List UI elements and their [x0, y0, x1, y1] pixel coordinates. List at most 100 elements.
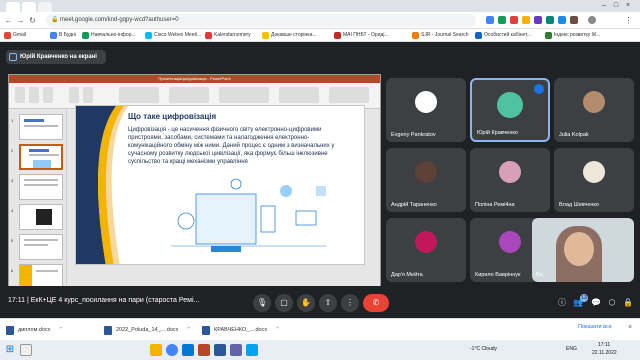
- ribbon-group: [219, 87, 269, 103]
- language-indicator[interactable]: ENG: [566, 346, 577, 352]
- self-video-tile[interactable]: Ви: [532, 218, 634, 282]
- clock-time[interactable]: 17:11: [598, 342, 610, 348]
- download-item[interactable]: 2022_Poluda_14_....docx ⌃: [104, 323, 191, 337]
- slide-thumbnail[interactable]: [19, 114, 63, 140]
- extension-icon[interactable]: [498, 16, 506, 24]
- extension-icon[interactable]: [522, 16, 530, 24]
- meeting-time-title: 17:11 | ЕкК+ЦЕ 4 курс_посилання на пари …: [8, 297, 200, 304]
- bookmark-icon: [412, 32, 419, 39]
- participant-count-badge: 13: [580, 294, 588, 302]
- participant-name: Julia Kolpak: [559, 132, 589, 138]
- app-icon[interactable]: [246, 344, 258, 356]
- extension-icon[interactable]: [570, 16, 578, 24]
- shared-screen: ПрезентаціяЦифровізація - PowerPoint 1 2: [8, 74, 381, 300]
- participant-tile[interactable]: Влад Шевченко: [554, 148, 634, 212]
- participant-tile-active[interactable]: Юрій Кравченко: [470, 78, 550, 142]
- chevron-up-icon: ⌃: [58, 327, 64, 333]
- avatar: [499, 231, 521, 254]
- participant-tile[interactable]: Дар'я Мейта: [386, 218, 466, 282]
- meeting-controls: 17:11 | ЕкК+ЦЕ 4 курс_посилання на пари …: [0, 286, 640, 318]
- ribbon-group: [119, 87, 159, 103]
- word-doc-icon: [6, 326, 14, 335]
- participant-name: Андрій Тараненко: [391, 202, 437, 208]
- activities-icon[interactable]: ⬡: [606, 297, 618, 309]
- raise-hand-button[interactable]: ✋: [297, 294, 315, 312]
- chevron-up-icon: ⌃: [186, 327, 191, 333]
- thumb-number: 1: [11, 118, 14, 123]
- weather-widget[interactable]: -1°C Cloudy: [470, 346, 497, 352]
- extension-icon[interactable]: [510, 16, 518, 24]
- teams-icon[interactable]: [230, 344, 242, 356]
- file-explorer-icon[interactable]: [150, 344, 162, 356]
- browser-tab[interactable]: [6, 2, 20, 12]
- maximize-icon[interactable]: □: [612, 2, 620, 10]
- people-icon[interactable]: 👥 13: [572, 294, 588, 309]
- powerpoint-icon[interactable]: [198, 344, 210, 356]
- extension-icon[interactable]: [546, 16, 554, 24]
- profile-avatar[interactable]: [588, 16, 596, 24]
- clock-date[interactable]: 22.11.2022: [592, 350, 617, 356]
- url-input[interactable]: 🔒 meet.google.com/knd-gqpy-wcd?authuser=…: [46, 14, 476, 27]
- browser-tab[interactable]: [22, 2, 36, 12]
- bookmark-item[interactable]: Індекс розвитку Ж...: [545, 31, 600, 40]
- meet-area: Юрій Кравченко на екрані ПрезентаціяЦифр…: [0, 42, 640, 318]
- participant-name: Влад Шевченко: [559, 202, 599, 208]
- back-icon[interactable]: ←: [4, 16, 13, 25]
- avatar: [583, 91, 605, 114]
- show-all-downloads-link[interactable]: Показати все: [578, 324, 612, 330]
- download-item[interactable]: КРАВЧЕНКО_....docx ⌃: [202, 323, 280, 337]
- download-item[interactable]: диплом.docx ⌃: [6, 323, 63, 337]
- info-icon[interactable]: ⓘ: [556, 297, 568, 309]
- bookmark-item[interactable]: SJR - Journal Search: [412, 31, 469, 40]
- bookmark-item[interactable]: Особистий кабінет...: [475, 31, 531, 40]
- close-icon[interactable]: ×: [624, 2, 632, 10]
- reload-icon[interactable]: ↻: [28, 16, 37, 25]
- slide-thumbnail[interactable]: [19, 234, 63, 260]
- present-button[interactable]: ⇧: [319, 294, 337, 312]
- end-call-button[interactable]: ✆: [363, 294, 389, 312]
- browser-tab[interactable]: [38, 2, 52, 12]
- menu-icon[interactable]: ⋮: [624, 16, 633, 25]
- bookmark-item[interactable]: Cisco Webex Meeti...: [145, 31, 201, 40]
- chat-icon[interactable]: 💬: [590, 297, 602, 309]
- participant-tile[interactable]: Evgeny Pankratov: [386, 78, 466, 142]
- extension-icon[interactable]: [558, 16, 566, 24]
- self-face: [564, 232, 594, 266]
- slide-thumbnail[interactable]: [19, 144, 63, 170]
- participant-tile[interactable]: Андрій Тараненко: [386, 148, 466, 212]
- lock-icon[interactable]: 🔒: [622, 297, 634, 309]
- bookmark-item[interactable]: Kalendarnomery: [205, 31, 251, 40]
- more-options-button[interactable]: ⋮: [341, 294, 359, 312]
- extension-icon[interactable]: [534, 16, 542, 24]
- participant-tile[interactable]: Поліна Ремі4на: [470, 148, 550, 212]
- bookmark-item[interactable]: МАІ ПНБТ - Ориді...: [334, 31, 389, 40]
- edge-icon[interactable]: [182, 344, 194, 356]
- chrome-icon[interactable]: [166, 344, 178, 356]
- windows-start-icon[interactable]: ⊞: [4, 344, 16, 356]
- participant-tile[interactable]: Julia Kolpak: [554, 78, 634, 142]
- close-icon[interactable]: ×: [628, 324, 632, 331]
- presenter-label: Юрій Кравченко на екрані: [6, 50, 106, 64]
- bookmark-icon: [545, 32, 552, 39]
- current-slide: Що таке цифровізація Цифровізація - це н…: [75, 105, 365, 265]
- participant-name: Поліна Ремі4на: [475, 202, 515, 208]
- word-icon[interactable]: [214, 344, 226, 356]
- bookmark-item[interactable]: В Будні: [50, 31, 76, 40]
- slide-thumbnail[interactable]: [19, 174, 63, 200]
- word-doc-icon: [202, 326, 210, 335]
- mic-button[interactable]: 🎙: [253, 294, 271, 312]
- bookmark-item[interactable]: Докавше сторінка...: [262, 31, 317, 40]
- ribbon-button: [15, 87, 25, 103]
- camera-button[interactable]: ▢: [275, 294, 293, 312]
- speaking-indicator-icon: [534, 84, 544, 94]
- slide-thumbnail[interactable]: [19, 204, 63, 230]
- extension-icon[interactable]: [486, 16, 494, 24]
- forward-icon[interactable]: →: [16, 16, 25, 25]
- bookmark-item[interactable]: Навчально-інфор...: [82, 31, 136, 40]
- lock-icon: 🔒: [51, 17, 59, 23]
- present-screen-icon: [9, 53, 17, 61]
- search-icon[interactable]: [20, 344, 32, 356]
- avatar: [415, 161, 437, 184]
- minimize-icon[interactable]: –: [600, 2, 608, 10]
- bookmark-item[interactable]: Gmail: [4, 31, 26, 40]
